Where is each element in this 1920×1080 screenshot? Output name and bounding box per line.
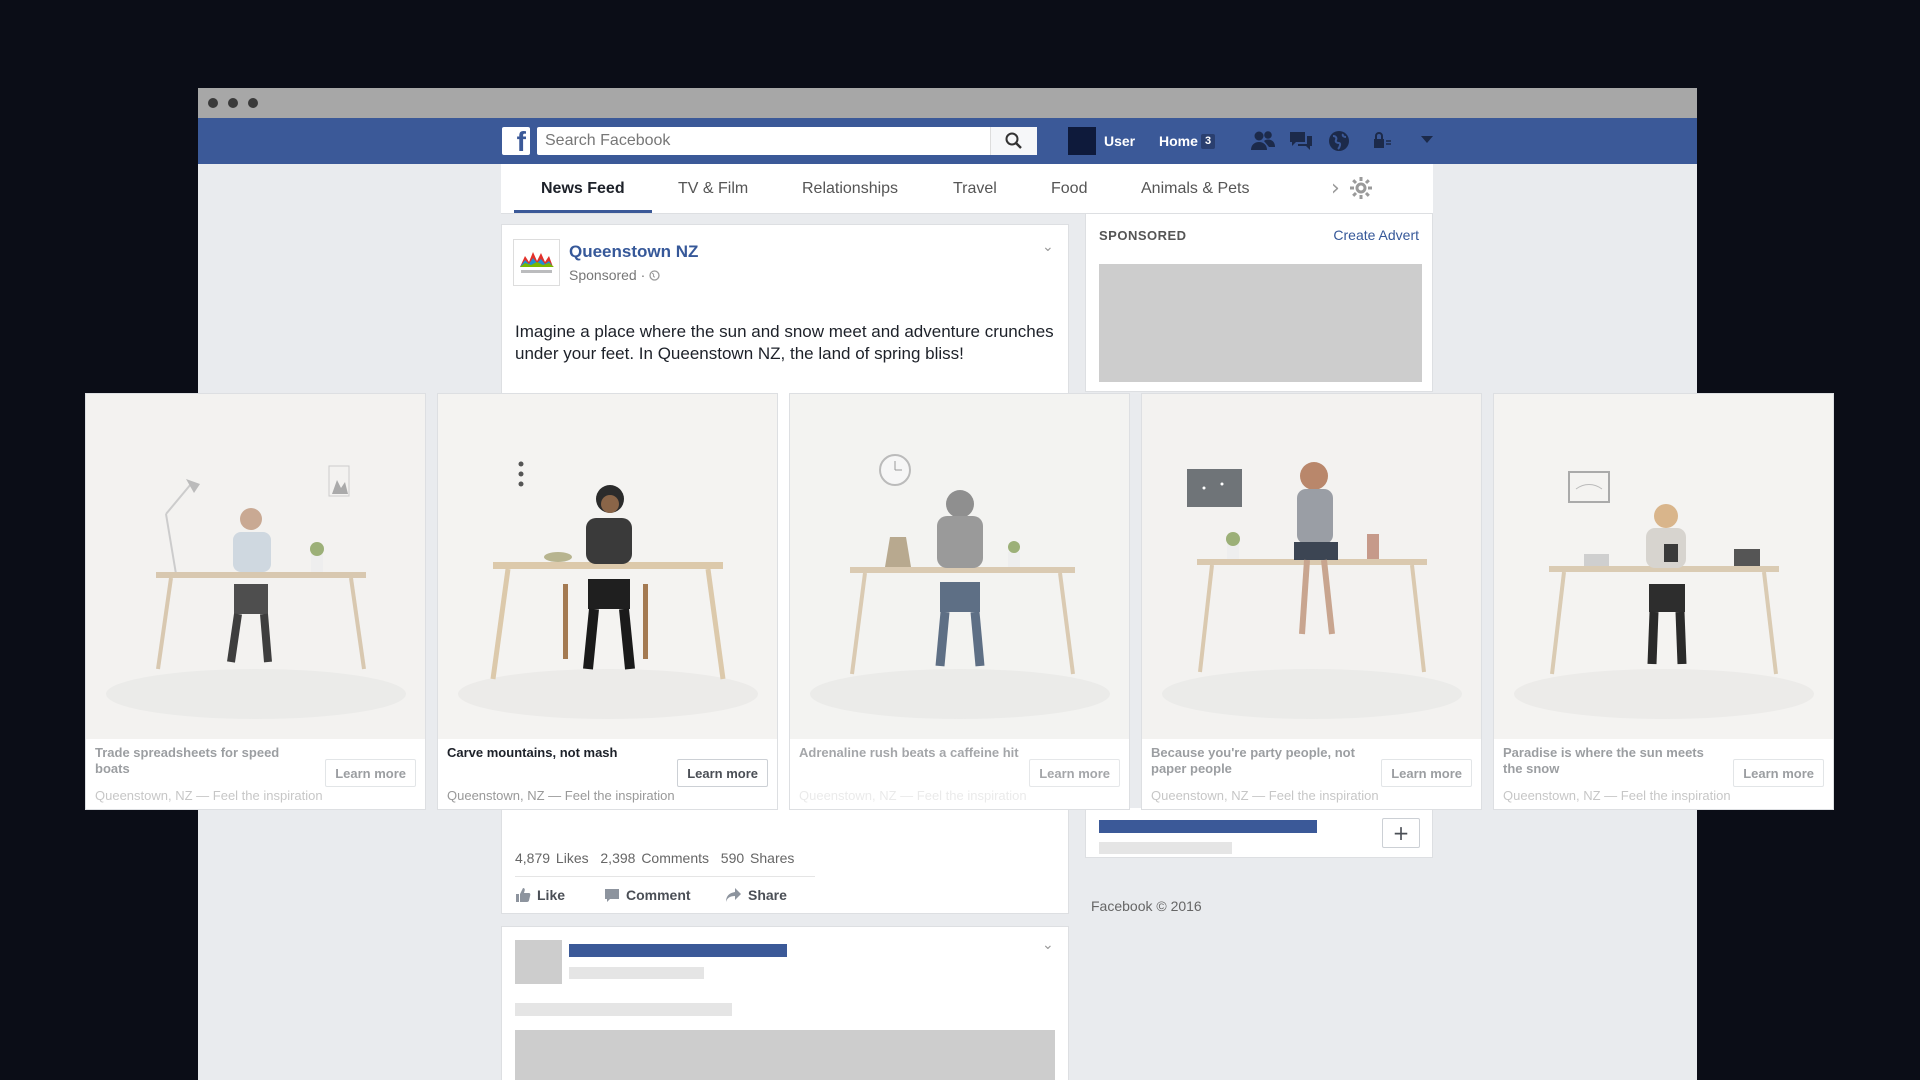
thumbs-up-icon <box>516 888 531 902</box>
tabs-scroll-right-chevron-icon[interactable]: › <box>1331 176 1340 201</box>
window-close-dot[interactable] <box>208 98 218 108</box>
card-subtitle: Queenstown, NZ — Feel the inspiration <box>1151 788 1379 803</box>
footer-copyright: Facebook © 2016 <box>1091 898 1202 914</box>
learn-more-button[interactable]: Learn more <box>1381 759 1472 787</box>
shares-count[interactable]: 590 Shares <box>721 850 795 866</box>
placeholder-avatar <box>515 940 562 984</box>
card-caption: Trade spreadsheets for speed boats <box>95 745 280 776</box>
card-subtitle: Queenstown, NZ — Feel the inspiration <box>1503 788 1731 803</box>
search-input[interactable] <box>537 127 1037 155</box>
placeholder-title-bar <box>1099 820 1317 833</box>
comment-button[interactable]: Comment <box>604 887 691 903</box>
share-button[interactable]: Share <box>725 887 787 903</box>
sidebar-widget: + <box>1085 808 1433 858</box>
search-icon <box>1005 132 1022 149</box>
card-subtitle: Queenstown, NZ — Feel the inspiration <box>799 788 1027 803</box>
home-link[interactable]: Home <box>1159 133 1198 149</box>
window-zoom-dot[interactable] <box>248 98 258 108</box>
tab-travel[interactable]: Travel <box>953 180 997 198</box>
messages-icon[interactable] <box>1288 129 1314 153</box>
user-name-link[interactable]: User <box>1104 133 1135 149</box>
home-notification-badge: 3 <box>1201 134 1215 149</box>
sponsored-sidebar: SPONSORED Create Advert <box>1085 214 1433 392</box>
sponsored-label: Sponsored · <box>569 267 660 283</box>
like-button[interactable]: Like <box>515 887 565 903</box>
gear-icon[interactable] <box>1349 176 1373 200</box>
divider <box>515 876 815 877</box>
privacy-lock-icon[interactable] <box>1370 129 1396 153</box>
placeholder-text-bar <box>515 1003 732 1016</box>
page-name-link[interactable]: Queenstown NZ <box>569 242 698 262</box>
public-globe-icon <box>649 270 660 281</box>
search-button[interactable] <box>990 127 1037 155</box>
card-caption: Because you're party people, not paper p… <box>1151 745 1355 776</box>
card-caption: Carve mountains, not mash <box>447 745 618 760</box>
user-avatar[interactable] <box>1068 127 1096 155</box>
feed-tabs-bar: News Feed TV & Film Relationships Travel… <box>501 164 1433 214</box>
queenstown-logo-icon[interactable] <box>513 239 560 286</box>
learn-more-button[interactable]: Learn more <box>1029 759 1120 787</box>
facebook-top-bar: f User Home 3 <box>198 118 1697 164</box>
comment-icon <box>605 889 619 902</box>
notifications-globe-icon[interactable] <box>1326 129 1352 153</box>
carousel-card-4[interactable]: Because you're party people, not paper p… <box>1141 393 1482 810</box>
learn-more-button[interactable]: Learn more <box>1733 759 1824 787</box>
tab-news-feed[interactable]: News Feed <box>541 180 625 198</box>
add-button[interactable]: + <box>1382 818 1420 848</box>
account-menu-chevron-down-icon[interactable] <box>1420 135 1434 145</box>
window-titlebar <box>198 88 1697 118</box>
likes-count[interactable]: 4,879 Likes <box>515 850 589 866</box>
card-caption: Adrenaline rush beats a caffeine hit <box>799 745 1019 760</box>
carousel-card-5[interactable]: Paradise is where the sun meets the snow… <box>1493 393 1834 810</box>
window-minimize-dot[interactable] <box>228 98 238 108</box>
learn-more-button[interactable]: Learn more <box>325 759 416 787</box>
man-at-desk-with-lamp-illustration <box>86 394 425 739</box>
tab-tv-film[interactable]: TV & Film <box>678 180 748 198</box>
tab-animals-pets[interactable]: Animals & Pets <box>1141 180 1249 198</box>
card-subtitle: Queenstown, NZ — Feel the inspiration <box>95 788 323 803</box>
placeholder-text-bar <box>1099 842 1232 854</box>
ad-placeholder-image[interactable] <box>1099 264 1422 382</box>
placeholder-image <box>515 1030 1055 1080</box>
card-subtitle: Queenstown, NZ — Feel the inspiration <box>447 788 675 803</box>
placeholder-title-bar <box>569 944 787 957</box>
tab-food[interactable]: Food <box>1051 180 1087 198</box>
share-arrow-icon <box>726 888 741 902</box>
man-at-desk-eating-illustration <box>438 394 777 739</box>
learn-more-button[interactable]: Learn more <box>677 759 768 787</box>
post-options-chevron-down-icon[interactable]: ⌄ <box>1042 239 1054 255</box>
active-tab-underline <box>514 210 652 213</box>
carousel-card-3[interactable]: Adrenaline rush beats a caffeine hit Lea… <box>789 393 1130 810</box>
carousel-card-1[interactable]: Trade spreadsheets for speed boats Learn… <box>85 393 426 810</box>
woman-sitting-on-desk-illustration <box>1142 394 1481 739</box>
sponsored-heading: SPONSORED <box>1099 228 1187 243</box>
friend-requests-icon[interactable] <box>1250 129 1276 153</box>
placeholder-text-bar <box>569 967 704 979</box>
post-message: Imagine a place where the sun and snow m… <box>515 322 1054 363</box>
placeholder-post: ⌄ <box>501 926 1069 1080</box>
card-caption: Paradise is where the sun meets the snow <box>1503 745 1704 776</box>
facebook-logo-icon[interactable]: f <box>502 126 530 157</box>
man-in-hoodie-at-desk-illustration <box>790 394 1129 739</box>
carousel-card-2[interactable]: Carve mountains, not mash Learn more Que… <box>437 393 778 810</box>
post-options-chevron-down-icon[interactable]: ⌄ <box>1042 937 1054 953</box>
tab-relationships[interactable]: Relationships <box>802 180 898 198</box>
post-engagement-stats: 4,879 Likes 2,398 Comments 590 Shares <box>515 850 794 866</box>
woman-at-desk-with-book-illustration <box>1494 394 1833 739</box>
comments-count[interactable]: 2,398 Comments <box>600 850 709 866</box>
create-advert-link[interactable]: Create Advert <box>1333 227 1419 243</box>
